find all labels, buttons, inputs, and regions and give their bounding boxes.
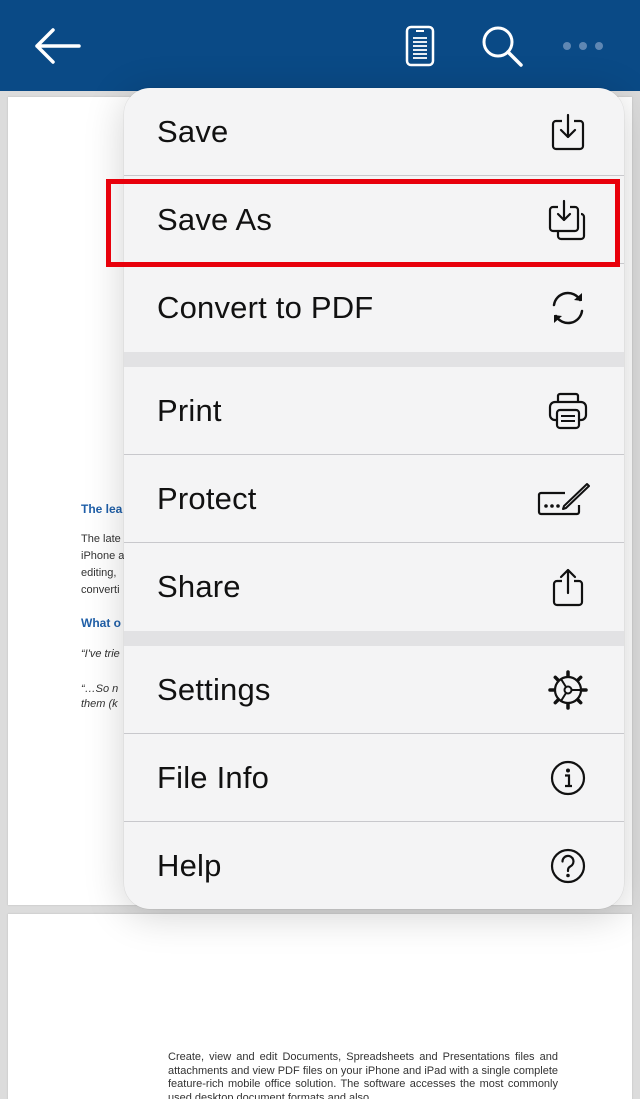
top-toolbar <box>0 0 640 91</box>
menu-item-convert-to-pdf[interactable]: Convert to PDF <box>124 264 624 352</box>
search-button[interactable] <box>476 0 528 91</box>
doc-quote: “…So n <box>81 683 119 695</box>
menu-item-settings[interactable]: Settings <box>124 646 624 734</box>
convert-arrows-icon <box>544 284 592 332</box>
menu-item-label: Settings <box>157 672 271 707</box>
menu-item-label: Convert to PDF <box>157 290 374 325</box>
menu-item-label: Protect <box>157 481 257 516</box>
phone-document-icon <box>405 25 435 66</box>
menu-item-label: Help <box>157 848 222 883</box>
menu-group-separator <box>124 352 624 367</box>
doc-line: converti <box>81 584 120 596</box>
doc-quote: them (k <box>81 698 118 710</box>
doc-line: editing, <box>81 567 117 579</box>
menu-item-save[interactable]: Save <box>124 88 624 176</box>
menu-item-print[interactable]: Print <box>124 367 624 455</box>
menu-group-separator <box>124 631 624 646</box>
menu-item-protect[interactable]: Protect <box>124 455 624 543</box>
document-page: Create, view and edit Documents, Spreads… <box>8 914 632 1099</box>
save-download-icon <box>544 108 592 156</box>
doc-quote: “I've trie <box>81 648 120 660</box>
doc-line: iPhone a <box>81 550 125 562</box>
doc-heading: The lea <box>81 502 123 516</box>
more-button[interactable] <box>556 0 610 91</box>
share-icon <box>544 563 592 611</box>
signature-pen-icon <box>536 475 592 523</box>
menu-item-label: Print <box>157 393 222 428</box>
reader-mode-button[interactable] <box>398 0 442 91</box>
gear-icon <box>544 666 592 714</box>
menu-item-label: File Info <box>157 760 270 795</box>
menu-item-label: Save <box>157 114 229 149</box>
ellipsis-icon <box>563 41 603 50</box>
info-icon <box>544 754 592 802</box>
save-as-highlight <box>106 179 620 267</box>
doc-heading: What o <box>81 616 121 630</box>
arrow-left-icon <box>35 27 81 64</box>
menu-item-share[interactable]: Share <box>124 543 624 631</box>
printer-icon <box>544 387 592 435</box>
doc-line: The late <box>81 533 121 545</box>
menu-item-help[interactable]: Help <box>124 822 624 909</box>
magnifier-icon <box>482 26 523 67</box>
back-button[interactable] <box>22 0 92 91</box>
help-icon <box>544 842 592 890</box>
doc-paragraph: Create, view and edit Documents, Spreads… <box>168 1051 558 1099</box>
menu-item-file-info[interactable]: File Info <box>124 734 624 822</box>
menu-item-label: Share <box>157 569 241 604</box>
